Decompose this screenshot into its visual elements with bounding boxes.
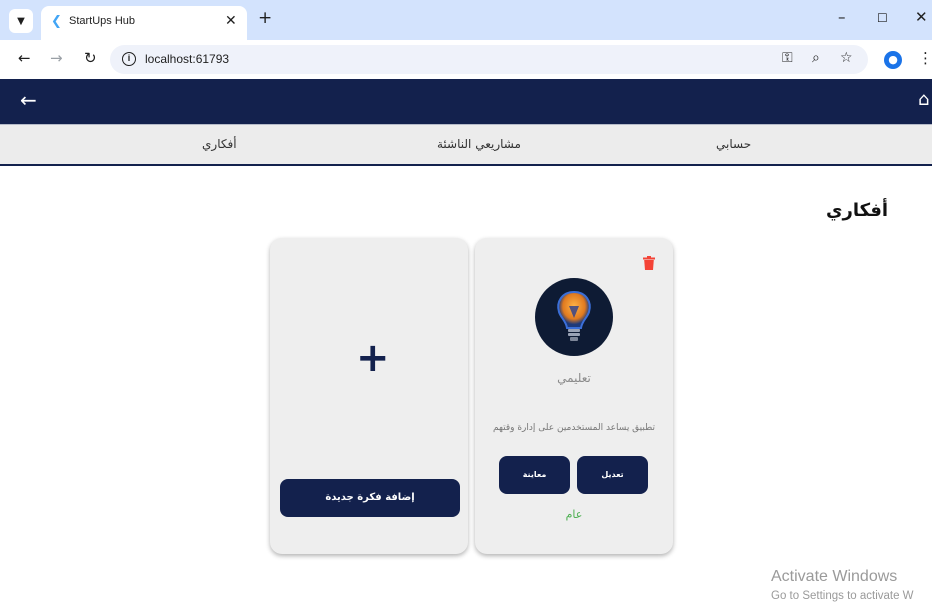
browser-toolbar: ← → ↻ i localhost:61793 ⚿ ⌕ ☆ ● ⋮ [0,40,932,79]
tab-my-account[interactable]: حسابي [716,137,751,151]
tab-list-icon[interactable]: ▼ [9,9,33,33]
activate-windows-title: Activate Windows [771,568,898,585]
visibility-label: عام [565,508,583,521]
activate-windows-subtitle: Go to Settings to activate W [771,590,914,602]
maximize-icon[interactable]: ☐ [877,11,888,26]
url-text[interactable]: localhost:61793 [145,52,229,66]
app-tab-bar: أفكاري مشاريعي الناشئة حسابي [0,124,932,166]
new-tab-icon[interactable]: + [258,10,272,27]
key-icon[interactable]: ⚿ [782,50,793,66]
window-close-icon[interactable]: ✕ [915,10,928,25]
address-bar[interactable]: i localhost:61793 ⚿ ⌕ ☆ [110,45,868,74]
idea-card: تعليمي تطبيق يساعد المستخدمين على إدارة … [475,238,673,554]
add-idea-card: + إضافة فكرة جديدة [270,238,468,554]
forward-icon[interactable]: → [50,50,63,66]
browser-tab-strip: ▼ ❮ StartUps Hub ✕ + – ☐ ✕ [0,0,932,40]
idea-logo [535,278,613,356]
lightbulb-icon [557,290,591,341]
zoom-icon[interactable]: ⌕ [812,50,820,66]
page-title: أفكاري [826,200,889,221]
idea-description: تطبيق يساعد المستخدمين على إدارة وقتهم [492,423,656,433]
home-icon[interactable]: ⌂ [918,88,929,112]
app-bar: ← ⌂ [0,79,932,124]
tab-title: StartUps Hub [69,15,136,27]
info-icon[interactable]: i [122,52,136,66]
edit-button[interactable]: تعديل [577,456,648,494]
back-icon[interactable]: ← [18,50,31,66]
browser-tab[interactable]: ❮ StartUps Hub ✕ [41,6,247,40]
profile-icon[interactable]: ● [884,51,902,69]
tab-my-ideas[interactable]: أفكاري [202,137,237,151]
preview-button[interactable]: معاينة [499,456,570,494]
menu-icon[interactable]: ⋮ [918,49,932,67]
idea-name: تعليمي [557,371,591,385]
minimize-icon[interactable]: – [838,10,846,25]
flutter-favicon-icon: ❮ [51,14,62,29]
close-icon[interactable]: ✕ [225,13,237,29]
reload-icon[interactable]: ↻ [84,50,97,66]
delete-icon[interactable] [643,256,655,270]
add-idea-button[interactable]: إضافة فكرة جديدة [280,479,460,517]
plus-icon[interactable]: + [356,338,390,378]
back-arrow-icon[interactable]: ← [20,87,37,113]
star-icon[interactable]: ☆ [840,50,853,66]
tab-my-startups[interactable]: مشاريعي الناشئة [437,137,521,151]
